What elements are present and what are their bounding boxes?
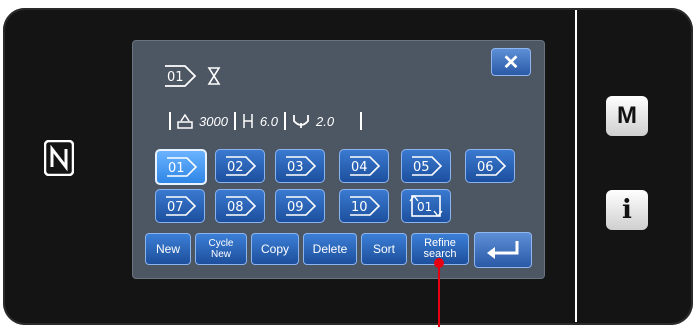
current-pattern-row: 01 xyxy=(163,63,221,89)
separator xyxy=(360,112,363,130)
svg-text:04: 04 xyxy=(351,160,368,175)
pattern-button-01[interactable]: 01 xyxy=(155,149,207,185)
sort-button[interactable]: Sort xyxy=(361,233,407,265)
svg-text:05: 05 xyxy=(413,160,430,175)
mode-button[interactable]: M xyxy=(606,96,648,136)
bobbin-thread-icon xyxy=(207,67,221,85)
panel-divider xyxy=(575,10,577,322)
info-button[interactable]: i xyxy=(606,190,648,230)
svg-text:01: 01 xyxy=(417,200,432,214)
nfc-icon xyxy=(44,140,74,176)
svg-text:07: 07 xyxy=(167,200,184,215)
delete-button[interactable]: Delete xyxy=(303,233,357,265)
copy-button[interactable]: Copy xyxy=(251,233,299,265)
callout-line xyxy=(438,262,440,327)
svg-text:01: 01 xyxy=(168,161,185,176)
pattern-button-05[interactable]: 05 xyxy=(401,149,451,183)
pattern-button-04[interactable]: 04 xyxy=(339,149,389,183)
enter-button[interactable] xyxy=(474,232,532,268)
pattern-list-dialog: ✕ 01 3000 6.0 2.0 01 02 03 04 05 06 07 0… xyxy=(132,40,545,279)
presser-foot-icon xyxy=(293,115,309,128)
enter-icon xyxy=(487,241,519,259)
svg-text:10: 10 xyxy=(351,200,368,215)
pattern-button-02[interactable]: 02 xyxy=(215,149,265,183)
svg-text:02: 02 xyxy=(227,160,244,175)
cycle-new-button[interactable]: Cycle New xyxy=(195,233,247,265)
pattern-button-09[interactable]: 09 xyxy=(275,189,325,223)
pattern-shape-icon: 01 xyxy=(165,65,197,87)
cycle-pattern-button-01[interactable]: 01 xyxy=(401,189,451,223)
stitch-length-icon xyxy=(243,114,253,128)
stitch-length-value: 6.0 xyxy=(259,113,278,129)
pattern-button-06[interactable]: 06 xyxy=(465,149,515,183)
pattern-button-10[interactable]: 10 xyxy=(339,189,389,223)
new-button[interactable]: New xyxy=(145,233,191,265)
svg-text:06: 06 xyxy=(477,160,494,175)
pattern-button-07[interactable]: 07 xyxy=(155,189,205,223)
separator xyxy=(233,112,236,130)
pattern-info-row: 3000 6.0 2.0 xyxy=(169,109,363,133)
needle-value: 2.0 xyxy=(316,113,335,129)
svg-text:09: 09 xyxy=(287,200,304,215)
svg-text:08: 08 xyxy=(227,200,244,215)
svg-text:03: 03 xyxy=(287,160,304,175)
separator xyxy=(169,112,171,130)
speed-icon xyxy=(177,113,193,129)
callout-dot xyxy=(434,258,444,268)
svg-text:01: 01 xyxy=(167,70,184,85)
close-button[interactable]: ✕ xyxy=(491,48,531,76)
pattern-button-03[interactable]: 03 xyxy=(275,149,325,183)
separator xyxy=(284,112,286,130)
speed-value: 3000 xyxy=(199,113,228,129)
pattern-button-08[interactable]: 08 xyxy=(215,189,265,223)
